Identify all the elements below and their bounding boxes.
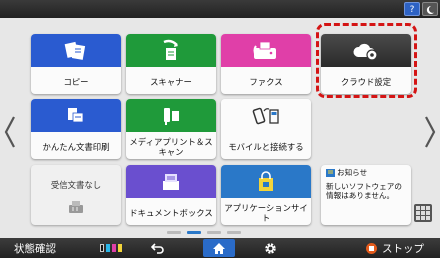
app-list-grid-button[interactable] [414,204,432,222]
tile-label: ドキュメントボックス [129,207,213,218]
copy-app-tile[interactable]: コピー [31,34,121,94]
chevron-right-icon [425,116,436,148]
page-indicator [167,231,241,234]
tile-label: アプリケーションサイト [224,202,308,223]
mobile-connect-icon [252,107,279,124]
notice-title: お知らせ [337,168,368,177]
tile-label: モバイルと接続する [228,141,304,152]
tile-label: かんたん文書印刷 [42,141,110,152]
fax-status-text: 受信文書なし [50,180,102,190]
tile-label: メディアプリント＆スキャン [129,136,213,157]
page-dot-current [187,231,201,234]
highlight-callout [316,23,417,98]
top-status-bar: ? [0,0,440,18]
status-check-button[interactable]: 状態確認 [0,238,70,258]
fax-status-widget[interactable]: 受信文書なし [31,165,121,225]
fax-app-tile[interactable]: ファクス [221,34,311,94]
document-box-icon [163,173,179,190]
bottom-bar: 状態確認 ストップ [0,238,440,258]
mobile-connect-app-tile[interactable]: モバイルと接続する [221,99,311,159]
application-site-app-tile[interactable]: アプリケーションサイト [221,165,311,225]
settings-button[interactable] [257,238,283,258]
notice-widget[interactable]: お知らせ 新しいソフトウェアの情報はありません。 [321,165,411,225]
document-box-app-tile[interactable]: ドキュメントボックス [126,165,216,225]
copy-icon [64,41,86,60]
fax-machine-icon [69,201,83,213]
next-page-arrow[interactable] [423,115,437,149]
moon-icon [426,5,434,14]
fax-icon [253,41,276,59]
notice-icon [326,168,335,177]
scanner-icon [163,39,178,60]
back-arrow-icon [151,243,164,254]
scanner-app-tile[interactable]: スキャナー [126,34,216,94]
prev-page-arrow[interactable] [3,115,17,149]
tile-label: ファクス [249,76,283,87]
tile-label: コピー [63,76,89,87]
back-button[interactable] [145,238,171,258]
page-dot [227,231,241,234]
help-button[interactable]: ? [404,2,420,16]
media-print-scan-app-tile[interactable]: メディアプリント＆スキャン [126,99,216,159]
document-print-icon [68,107,84,122]
chevron-left-icon [4,116,15,148]
home-icon [213,242,225,254]
usb-sd-icon [164,107,179,125]
page-dot [207,231,221,234]
home-button[interactable] [203,239,235,257]
toner-status-indicator[interactable] [96,238,126,258]
tile-label: スキャナー [150,76,192,87]
easy-document-print-app-tile[interactable]: かんたん文書印刷 [31,99,121,159]
gear-icon [264,242,276,254]
page-dot [167,231,181,234]
shopping-bag-icon [259,170,273,191]
notice-body: 新しいソフトウェアの情報はありません。 [326,182,402,200]
stop-icon [366,242,377,254]
stop-label: ストップ [382,242,424,255]
stop-button[interactable]: ストップ [350,238,440,258]
sleep-button[interactable] [422,2,438,16]
